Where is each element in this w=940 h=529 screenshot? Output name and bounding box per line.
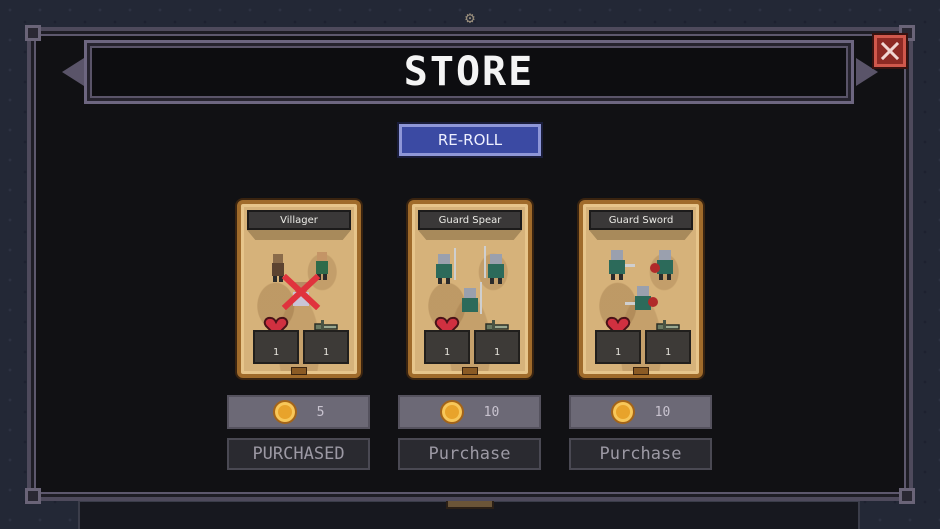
health-stat: 1 — [595, 330, 641, 364]
card-foot — [633, 367, 649, 375]
card-ribbon-tail — [247, 230, 351, 240]
coin-icon — [272, 400, 297, 424]
guard-sword-sprites — [609, 250, 673, 310]
coin-icon — [439, 400, 464, 424]
attack-stat: 1 — [474, 330, 520, 364]
price-tag: 10 — [398, 395, 541, 429]
card-title: Villager — [247, 210, 351, 230]
purchased-button[interactable]: PURCHASED — [227, 438, 370, 470]
page-title: STORE — [403, 49, 535, 95]
title-ornament-left — [62, 58, 84, 86]
health-stat: 1 — [424, 330, 470, 364]
price-tag: 5 — [227, 395, 370, 429]
attack-stat: 1 — [303, 330, 349, 364]
reroll-button[interactable]: RE-ROLL — [399, 124, 541, 156]
attack-stat: 1 — [645, 330, 691, 364]
frame-corner — [25, 25, 41, 41]
gear-icon: ⚙ — [465, 8, 475, 27]
card-foot — [291, 367, 307, 375]
frame-corner — [899, 488, 915, 504]
purchase-button[interactable]: Purchase — [569, 438, 712, 470]
card-foot — [462, 367, 478, 375]
close-icon — [880, 41, 900, 61]
card-ribbon-tail — [589, 230, 693, 240]
frame-corner — [25, 488, 41, 504]
card-ribbon-tail — [418, 230, 522, 240]
guard-spear-sprites — [436, 246, 504, 314]
purchase-button[interactable]: Purchase — [398, 438, 541, 470]
card-title: Guard Spear — [418, 210, 522, 230]
close-button[interactable] — [874, 35, 906, 67]
price-value: 5 — [316, 404, 325, 420]
price-tag: 10 — [569, 395, 712, 429]
unit-card-guard-sword[interactable]: Guard Sword 1 1 — [579, 200, 703, 378]
health-stat: 1 — [253, 330, 299, 364]
unit-card-guard-spear[interactable]: Guard Spear 1 1 — [408, 200, 532, 378]
price-value: 10 — [654, 404, 671, 420]
price-value: 10 — [483, 404, 500, 420]
card-title: Guard Sword — [589, 210, 693, 230]
unit-card-villager[interactable]: Villager 1 1 — [237, 200, 361, 378]
crossed-out-icon — [281, 274, 321, 310]
coin-icon — [610, 400, 635, 424]
